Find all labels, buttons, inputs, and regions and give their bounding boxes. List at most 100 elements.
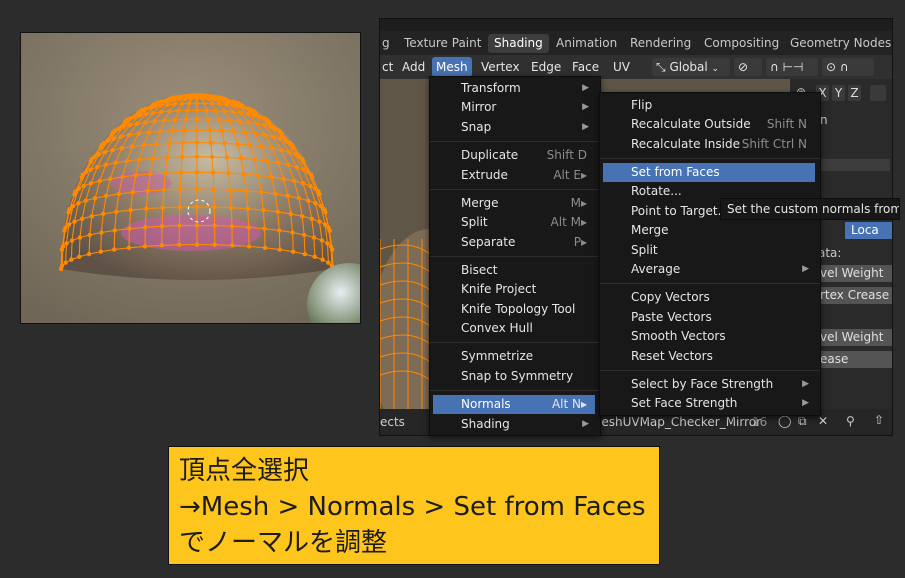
menu-item-paste-vectors[interactable]: Paste Vectors bbox=[603, 308, 815, 327]
menu-item-bisect[interactable]: Bisect bbox=[433, 261, 595, 280]
menu-add[interactable]: Add bbox=[398, 57, 429, 77]
sphere-mesh-render bbox=[21, 33, 360, 323]
menu-item-symmetrize[interactable]: Symmetrize bbox=[433, 347, 595, 366]
shortcut-hint: Shift N bbox=[766, 117, 807, 131]
menu-item-merge[interactable]: Merge bbox=[603, 221, 815, 240]
menu-item-flip[interactable]: Flip bbox=[603, 96, 815, 115]
crease-field[interactable]: ease bbox=[818, 351, 892, 368]
menu-item-average[interactable]: Average ▶ bbox=[603, 260, 815, 279]
orientation-dropdown[interactable]: ⤡ Global ⌄ bbox=[652, 58, 730, 76]
snap-toggle[interactable]: ∩ ⊢⊣ bbox=[766, 58, 818, 76]
menu-item-separate[interactable]: Separate P▸ bbox=[433, 233, 595, 252]
workspace-tabs: g Texture Paint Shading Animation Render… bbox=[380, 31, 892, 55]
menu-item-set-face-strength[interactable]: Set Face Strength ▶ bbox=[603, 394, 815, 413]
menu-item-smooth-vectors[interactable]: Smooth Vectors bbox=[603, 327, 815, 346]
vertex-crease-field[interactable]: rtex Crease bbox=[818, 287, 892, 304]
pivot-dropdown[interactable]: ⊘ bbox=[734, 58, 762, 76]
menu-item-recalculate-inside[interactable]: Recalculate Inside Shift Ctrl N bbox=[603, 135, 815, 154]
pin-icon[interactable]: ⚲ bbox=[846, 414, 855, 428]
menu-item-snap[interactable]: Snap ▶ bbox=[433, 118, 595, 137]
tab-partial[interactable]: g bbox=[380, 34, 396, 53]
menu-item-label: Copy Vectors bbox=[631, 290, 710, 304]
menu-mesh[interactable]: Mesh bbox=[432, 57, 472, 77]
tab-shading[interactable]: Shading bbox=[488, 34, 549, 53]
tooltip: Set the custom normals from th bbox=[720, 198, 900, 220]
submenu-arrow-icon: ▶ bbox=[802, 398, 809, 408]
menu-item-split[interactable]: Split bbox=[603, 241, 815, 260]
footer-text: ects bbox=[380, 415, 405, 429]
menu-item-normals[interactable]: Normals Alt N▸ bbox=[433, 395, 595, 414]
menu-item-recalculate-outside[interactable]: Recalculate Outside Shift N bbox=[603, 115, 815, 134]
menu-item-label: Symmetrize bbox=[461, 349, 534, 363]
menu-item-convex-hull[interactable]: Convex Hull bbox=[433, 319, 595, 338]
menu-item-label: Paste Vectors bbox=[631, 310, 712, 324]
note-line-3: でノーマルを調整 bbox=[179, 528, 388, 558]
shortcut-hint: Shift Ctrl N bbox=[741, 137, 807, 151]
shortcut-hint: P▸ bbox=[573, 235, 587, 249]
axis-y-toggle[interactable]: Y bbox=[832, 85, 845, 101]
pivot-icon: ⊘ bbox=[738, 60, 749, 74]
menu-item-knife-project[interactable]: Knife Project bbox=[433, 280, 595, 299]
axis-z-toggle[interactable]: Z bbox=[848, 85, 861, 101]
tab-rendering[interactable]: Rendering bbox=[624, 34, 697, 53]
menu-item-label: Normals bbox=[461, 397, 511, 411]
menu-item-extrude[interactable]: Extrude Alt E▸ bbox=[433, 166, 595, 185]
shortcut-hint: Shift D bbox=[546, 148, 587, 162]
menu-item-label: Mirror bbox=[461, 100, 497, 114]
fake-user-icon[interactable]: ◯ bbox=[778, 414, 791, 428]
duplicate-icon[interactable]: ⧉ bbox=[798, 414, 807, 429]
menu-item-select-by-face-strength[interactable]: Select by Face Strength ▶ bbox=[603, 375, 815, 394]
menu-item-label: Point to Target... bbox=[631, 204, 730, 218]
shortcut-hint: M▸ bbox=[570, 196, 587, 210]
menu-item-label: Split bbox=[631, 243, 658, 257]
menu-item-reset-vectors[interactable]: Reset Vectors bbox=[603, 347, 815, 366]
menu-uv[interactable]: UV bbox=[609, 57, 634, 77]
menu-item-set-from-faces[interactable]: Set from Faces bbox=[603, 163, 815, 182]
menu-item-copy-vectors[interactable]: Copy Vectors bbox=[603, 288, 815, 307]
menu-item-merge[interactable]: Merge M▸ bbox=[433, 194, 595, 213]
close-icon[interactable]: ✕ bbox=[818, 414, 828, 428]
menu-item-transform[interactable]: Transform ▶ bbox=[433, 79, 595, 98]
menu-item-label: Snap bbox=[461, 120, 492, 134]
menu-item-duplicate[interactable]: Duplicate Shift D bbox=[433, 146, 595, 165]
material-name[interactable]: leshUVMap_Checker_Mirror bbox=[598, 415, 761, 429]
tab-geometry-nodes[interactable]: Geometry Nodes bbox=[784, 34, 892, 53]
menu-item-label: Merge bbox=[631, 223, 669, 237]
note-line-1: 頂点全選択 bbox=[179, 456, 310, 486]
menu-face[interactable]: Face bbox=[568, 57, 603, 77]
upload-icon[interactable]: ⇧ bbox=[874, 413, 884, 427]
menu-edge[interactable]: Edge bbox=[527, 57, 565, 77]
menu-separator bbox=[430, 390, 600, 391]
normals-submenu: Flip Recalculate Outside Shift N Recalculat… bbox=[599, 92, 821, 416]
tab-local[interactable]: Loca bbox=[845, 222, 892, 239]
annotation-note: 頂点全選択 →Mesh > Normals > Set from Faces で… bbox=[168, 446, 660, 565]
menu-separator bbox=[600, 370, 820, 371]
shortcut-hint: Alt N▸ bbox=[551, 397, 587, 411]
menu-item-mirror[interactable]: Mirror ▶ bbox=[433, 98, 595, 117]
submenu-arrow-icon: ▶ bbox=[582, 419, 589, 429]
tab-animation[interactable]: Animation bbox=[550, 34, 623, 53]
menu-item-snap-to-symmetry[interactable]: Snap to Symmetry bbox=[433, 367, 595, 386]
mirror-options-icon[interactable] bbox=[870, 85, 886, 101]
bevel-weight-field[interactable]: vel Weight bbox=[818, 265, 892, 282]
menu-item-label: Snap to Symmetry bbox=[461, 369, 574, 383]
tab-compositing[interactable]: Compositing bbox=[698, 34, 785, 53]
bevel-weight-field-2[interactable]: vel Weight bbox=[818, 329, 892, 346]
menu-item-label: Set Face Strength bbox=[631, 396, 738, 410]
menu-select-partial[interactable]: ct bbox=[380, 57, 397, 77]
menu-item-label: Separate bbox=[461, 235, 516, 249]
chevron-down-icon: ⌄ bbox=[711, 64, 720, 74]
menu-item-label: Shading bbox=[461, 417, 510, 431]
tab-texture-paint[interactable]: Texture Paint bbox=[398, 34, 487, 53]
menu-item-shading[interactable]: Shading ▶ bbox=[433, 415, 595, 434]
proportional-edit-toggle[interactable]: ⊙ ∩ bbox=[822, 58, 874, 76]
menu-item-label: Extrude bbox=[461, 168, 508, 182]
menu-vertex[interactable]: Vertex bbox=[477, 57, 524, 77]
menu-item-label: Merge bbox=[461, 196, 499, 210]
menu-item-label: Bisect bbox=[461, 263, 498, 277]
panel-fragment-n: n bbox=[820, 113, 828, 127]
shortcut-hint: Alt M▸ bbox=[550, 215, 587, 229]
menu-item-label: Knife Topology Tool bbox=[461, 302, 576, 316]
menu-item-knife-topology-tool[interactable]: Knife Topology Tool bbox=[433, 300, 595, 319]
menu-item-split[interactable]: Split Alt M▸ bbox=[433, 213, 595, 232]
